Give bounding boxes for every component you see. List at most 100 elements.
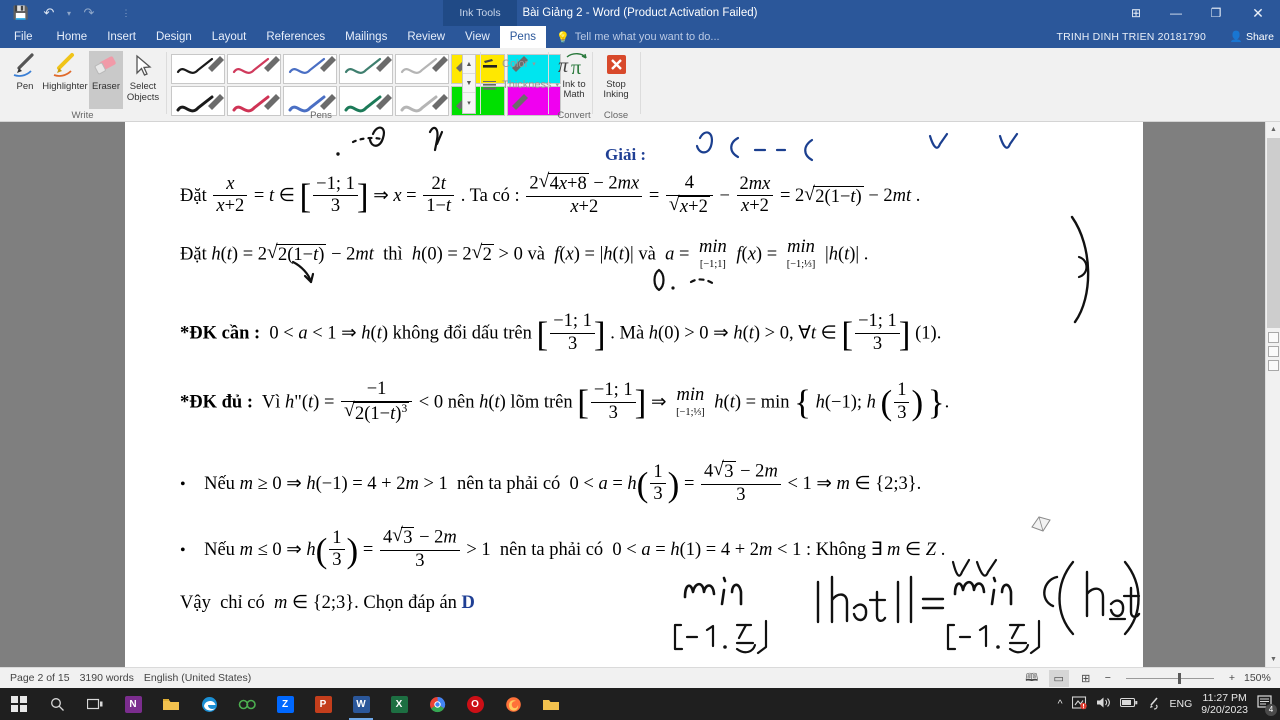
status-bar: Page 2 of 15 3190 words English (United … bbox=[0, 667, 1280, 688]
language-indicator[interactable]: ENG bbox=[1170, 698, 1193, 710]
pen-color-icon bbox=[483, 59, 497, 68]
equation-line-4: *ĐK đủ : Vì h"(t) = −12(1−t)3 < 0 nên h(… bbox=[180, 379, 949, 427]
document-canvas[interactable]: Giải : Đặt x x+2 = t ∈ [−1; 1 3] ⇒ x = 2t 1… bbox=[0, 122, 1280, 667]
account-name[interactable]: TRINH DINH TRIEN 20181790 bbox=[1056, 26, 1206, 48]
windows-start-icon[interactable] bbox=[0, 688, 38, 720]
page-indicator[interactable]: Page 2 of 15 bbox=[10, 672, 70, 684]
excel-icon[interactable]: X bbox=[380, 688, 418, 720]
document-scrollbar[interactable]: ▲ ▼ bbox=[1265, 122, 1280, 667]
pen-gallery-scroll[interactable]: ▲ ▼ ▾ bbox=[462, 54, 476, 114]
undo-icon[interactable]: ↶ bbox=[36, 2, 62, 24]
task-view-icon[interactable] bbox=[76, 688, 114, 720]
print-layout-icon[interactable]: ▭ bbox=[1048, 669, 1069, 687]
ribbon-display-options-icon[interactable]: ⊞ bbox=[1116, 0, 1156, 26]
scroll-up-icon[interactable]: ▲ bbox=[463, 55, 475, 74]
tell-me-label: Tell me what you want to do... bbox=[574, 31, 720, 43]
restore-icon[interactable]: ❐ bbox=[1196, 0, 1236, 26]
word-icon[interactable]: W bbox=[342, 688, 380, 720]
scroll-up-icon[interactable]: ▲ bbox=[1266, 122, 1280, 137]
zoom-in-button[interactable]: + bbox=[1227, 672, 1237, 684]
scroll-down-icon[interactable]: ▼ bbox=[1266, 652, 1280, 667]
tab-view[interactable]: View bbox=[455, 26, 500, 48]
tab-design[interactable]: Design bbox=[146, 26, 202, 48]
color-label: Color bbox=[502, 58, 529, 70]
show-hidden-icons[interactable]: ^ bbox=[1058, 698, 1063, 710]
zoom-out-button[interactable]: − bbox=[1103, 672, 1113, 684]
save-icon[interactable]: 💾 bbox=[8, 2, 34, 24]
eraser-button[interactable]: Eraser bbox=[89, 51, 123, 109]
redo-icon[interactable]: ↷ bbox=[76, 2, 102, 24]
tab-mailings[interactable]: Mailings bbox=[335, 26, 397, 48]
chevron-down-icon[interactable]: ▾ bbox=[532, 60, 536, 68]
conclusion-line: Vậy chỉ có m ∈ {2;3}. Chọn đáp án D bbox=[180, 593, 475, 613]
pen-swatch-gray-1[interactable] bbox=[395, 54, 449, 84]
eraser-label: Eraser bbox=[92, 81, 120, 92]
word-count[interactable]: 3190 words bbox=[80, 672, 134, 684]
pen-swatch-blue-1[interactable] bbox=[283, 54, 337, 84]
search-icon[interactable] bbox=[38, 688, 76, 720]
scroll-thumb[interactable] bbox=[1267, 138, 1280, 328]
close-icon[interactable]: ✕ bbox=[1236, 0, 1280, 26]
tab-file[interactable]: File bbox=[0, 26, 47, 48]
ribbon-group-convert: π π Ink to Math Convert bbox=[550, 48, 598, 122]
tab-review[interactable]: Review bbox=[397, 26, 455, 48]
unikey-icon[interactable] bbox=[228, 688, 266, 720]
customize-quick-access-icon[interactable]: ⋮ bbox=[113, 2, 139, 24]
edge-icon[interactable] bbox=[190, 688, 228, 720]
onenote-icon[interactable]: N bbox=[114, 688, 152, 720]
divider bbox=[592, 52, 593, 114]
stop-inking-button[interactable]: Stop Inking bbox=[595, 50, 637, 108]
pen-swatch-black-1[interactable] bbox=[171, 54, 225, 84]
zalo-icon[interactable]: Z bbox=[266, 688, 304, 720]
tell-me-box[interactable]: 💡 Tell me what you want to do... bbox=[556, 26, 720, 48]
window-controls: ⊞ — ❐ ✕ bbox=[1116, 0, 1280, 26]
file-explorer-icon[interactable] bbox=[152, 688, 190, 720]
tab-references[interactable]: References bbox=[256, 26, 335, 48]
divider bbox=[640, 52, 641, 114]
powerpoint-icon[interactable]: P bbox=[304, 688, 342, 720]
gallery-more-icon[interactable]: ▾ bbox=[463, 93, 475, 112]
equation-line-1: Đặt x x+2 = t ∈ [−1; 1 3] ⇒ x = 2t 1−t . Ta… bbox=[180, 171, 920, 220]
select-browse-object-icon[interactable] bbox=[1268, 346, 1279, 357]
folder-icon[interactable] bbox=[532, 688, 570, 720]
pen-icon[interactable] bbox=[1147, 696, 1161, 713]
pen-swatch-red-1[interactable] bbox=[227, 54, 281, 84]
pen-swatch-green-1[interactable] bbox=[339, 54, 393, 84]
tab-layout[interactable]: Layout bbox=[202, 26, 257, 48]
zoom-thumb[interactable] bbox=[1177, 672, 1181, 684]
document-page[interactable]: Giải : Đặt x x+2 = t ∈ [−1; 1 3] ⇒ x = 2t 1… bbox=[125, 122, 1143, 667]
eraser-cursor bbox=[1030, 514, 1052, 539]
read-mode-icon[interactable]: 🕮 bbox=[1022, 670, 1042, 687]
next-page-icon[interactable] bbox=[1268, 360, 1279, 371]
undo-dropdown-icon[interactable]: ▾ bbox=[64, 2, 74, 24]
onenote-glyph: N bbox=[124, 695, 142, 713]
tab-pens[interactable]: Pens bbox=[499, 26, 546, 48]
language-indicator[interactable]: English (United States) bbox=[144, 672, 251, 684]
opera-icon[interactable]: O bbox=[456, 688, 494, 720]
tab-insert[interactable]: Insert bbox=[97, 26, 146, 48]
zoom-slider[interactable] bbox=[1120, 671, 1220, 685]
eraser-icon bbox=[89, 51, 123, 81]
select-objects-button[interactable]: Select Objects bbox=[124, 51, 162, 109]
volume-icon[interactable] bbox=[1096, 696, 1111, 712]
share-button[interactable]: 👤 Share bbox=[1230, 26, 1274, 48]
share-label: Share bbox=[1245, 31, 1274, 43]
color-button[interactable]: Color ▾ bbox=[482, 58, 536, 70]
highlighter-button[interactable]: Highlighter bbox=[41, 51, 89, 109]
scroll-down-icon[interactable]: ▼ bbox=[463, 74, 475, 93]
zoom-level[interactable]: 150% bbox=[1244, 672, 1274, 684]
ink-to-math-button[interactable]: π π Ink to Math bbox=[552, 50, 596, 108]
clock[interactable]: 11:27 PM 9/20/2023 bbox=[1201, 692, 1248, 716]
battery-icon[interactable] bbox=[1119, 697, 1138, 711]
security-alert-icon[interactable] bbox=[1071, 695, 1087, 713]
web-layout-icon[interactable]: ⊞ bbox=[1076, 670, 1096, 687]
firefox-icon[interactable] bbox=[494, 688, 532, 720]
chrome-icon[interactable] bbox=[418, 688, 456, 720]
tab-home[interactable]: Home bbox=[47, 26, 98, 48]
divider bbox=[166, 52, 167, 114]
previous-page-icon[interactable] bbox=[1268, 332, 1279, 343]
notifications-icon[interactable]: 4 bbox=[1257, 695, 1277, 716]
divider bbox=[480, 52, 481, 114]
quick-access-toolbar: 💾 ↶ ▾ ↷ ⋮ bbox=[0, 0, 139, 26]
minimize-icon[interactable]: — bbox=[1156, 0, 1196, 26]
